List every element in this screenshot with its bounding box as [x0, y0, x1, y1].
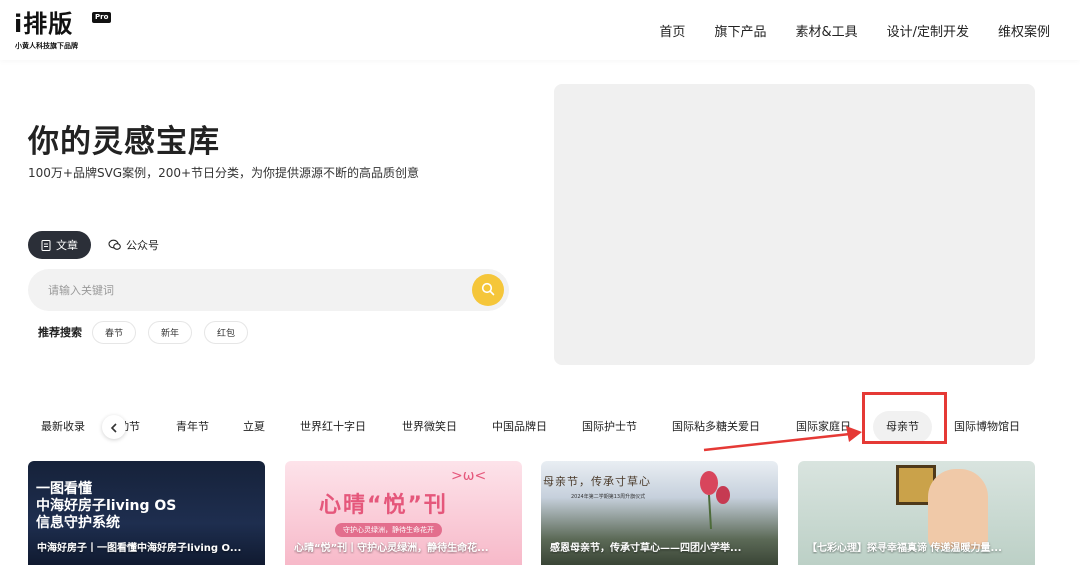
logo-text: i排版 [14, 10, 74, 38]
cute-face-icon: >ω< [451, 468, 487, 484]
tab-article-label: 文章 [56, 239, 78, 252]
page-title: 你的灵感宝库 [28, 124, 220, 160]
logo[interactable]: i排版 Pro 小黄人科技旗下品牌 [14, 10, 114, 52]
document-icon [41, 239, 51, 251]
nav-home[interactable]: 首页 [659, 21, 685, 40]
category-latest[interactable]: 最新收录 [41, 408, 85, 446]
article-card[interactable]: 母亲节，传承寸草心 2024年第二学期第13周升旗仪式 感恩母亲节，传承寸草心—… [541, 461, 778, 565]
nav-design-dev[interactable]: 设计/定制开发 [887, 21, 969, 40]
nav-products[interactable]: 旗下产品 [714, 21, 766, 40]
category-item[interactable]: 世界微笑日 [402, 408, 457, 446]
search-type-tabs: 文章 公众号 [28, 231, 172, 259]
article-card-list: 一图看懂 中海好房子living OS 信息守护系统 中海好房子丨一图看懂中海好… [28, 461, 1038, 565]
card-image-headline: 一图看懂 中海好房子living OS 信息守护系统 [36, 481, 177, 531]
card-caption: 中海好房子丨一图看懂中海好房子living O... [37, 543, 242, 554]
search-button[interactable] [472, 274, 504, 306]
hot-tag-red-envelope[interactable]: 红包 [204, 320, 249, 344]
hot-tag-new-year[interactable]: 新年 [148, 320, 193, 344]
recommended-search-label: 推荐搜索 [38, 326, 82, 339]
tab-official-account[interactable]: 公众号 [95, 231, 172, 259]
chat-bubble-icon [108, 239, 121, 251]
highlight-box [862, 392, 947, 444]
logo-pro-badge: Pro [92, 12, 112, 23]
card-caption: 【七彩心理】探寻幸福真谛 传递温暖力量... [807, 543, 1002, 554]
chevron-left-icon [110, 418, 118, 437]
tulip-icon [700, 471, 730, 529]
logo-tagline: 小黄人科技旗下品牌 [15, 42, 78, 50]
article-card[interactable]: >ω< 心晴“悦”刊 守护心灵绿洲，静待生命花开 心晴“悦”刊丨守护心灵绿洲，静… [285, 461, 522, 565]
main-nav: 首页 旗下产品 素材&工具 设计/定制开发 维权案例 [630, 0, 1050, 60]
card-image-title: 心晴“悦”刊 [319, 493, 448, 518]
article-card[interactable]: 一图看懂 中海好房子living OS 信息守护系统 中海好房子丨一图看懂中海好… [28, 461, 265, 565]
page-subtitle: 100万+品牌SVG案例，200+节日分类，为你提供源源不断的高品质创意 [28, 166, 420, 180]
card-image-text: 一图看懂 中海好房子living OS 信息守护系统 [36, 481, 176, 532]
red-arrow-icon [703, 426, 862, 452]
card-image-title: 母亲节，传承寸草心 [543, 475, 651, 488]
card-caption: 感恩母亲节，传承寸草心——四团小学举... [550, 543, 742, 554]
top-header: i排版 Pro 小黄人科技旗下品牌 首页 旗下产品 素材&工具 设计/定制开发 … [0, 0, 1080, 60]
category-item[interactable]: 国际护士节 [582, 408, 637, 446]
card-caption: 心晴“悦”刊丨守护心灵绿洲，静待生命花... [294, 543, 489, 554]
nav-rights-cases[interactable]: 维权案例 [998, 21, 1050, 40]
card-image-subtitle: 2024年第二学期第13周升旗仪式 [571, 494, 646, 500]
category-item[interactable]: 立夏 [243, 408, 265, 446]
category-item[interactable]: 国际博物馆日 [954, 408, 1020, 446]
category-item[interactable]: 青年节 [176, 408, 209, 446]
article-card[interactable]: 【七彩心理】探寻幸福真谛 传递温暖力量... [798, 461, 1035, 565]
category-item[interactable]: 世界红十字日 [300, 408, 366, 446]
search-icon [481, 281, 495, 300]
search-bar [28, 269, 509, 311]
hot-tag-spring-festival[interactable]: 春节 [92, 320, 137, 344]
recommended-search: 推荐搜索 春节 新年 红包 [38, 320, 260, 344]
nav-materials-tools[interactable]: 素材&工具 [795, 21, 857, 40]
card-image-subtitle: 守护心灵绿洲，静待生命花开 [335, 523, 442, 537]
category-prev-button[interactable] [102, 415, 126, 439]
tab-article[interactable]: 文章 [28, 231, 91, 259]
hero-banner-image[interactable] [554, 84, 1035, 365]
tab-official-account-label: 公众号 [126, 239, 159, 252]
child-photo [928, 469, 988, 549]
search-input[interactable] [48, 280, 448, 300]
category-item[interactable]: 中国品牌日 [492, 408, 547, 446]
